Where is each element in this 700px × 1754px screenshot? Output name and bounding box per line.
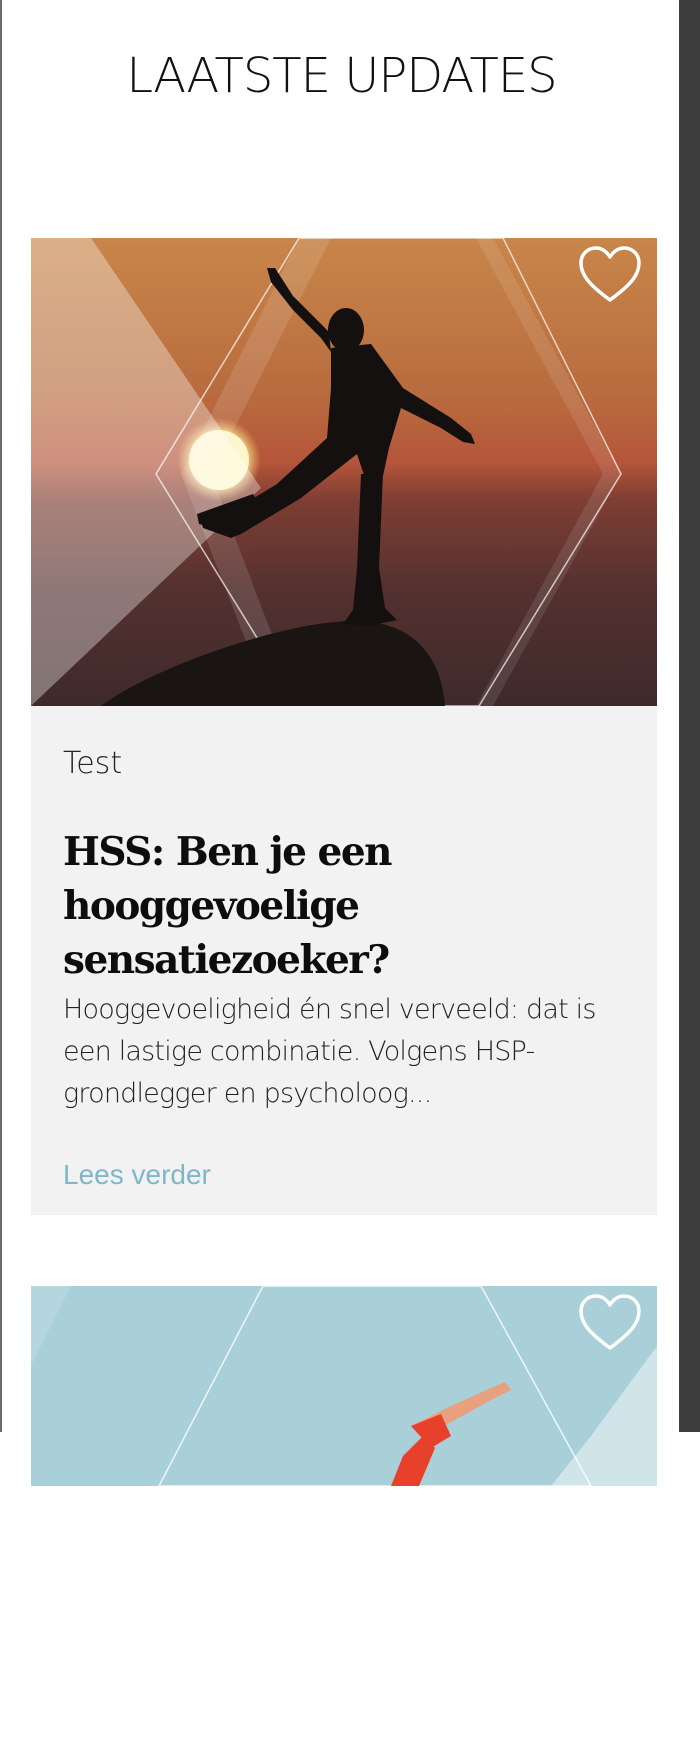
- article-image[interactable]: [31, 238, 657, 706]
- heart-outline-icon: [579, 246, 641, 302]
- article-image[interactable]: [31, 1286, 657, 1754]
- favorite-button[interactable]: [577, 1292, 643, 1354]
- article-card[interactable]: [31, 1286, 657, 1486]
- swimmer-diving-image: [31, 1286, 657, 1486]
- sunset-silhouette-image: [31, 238, 657, 706]
- section-title: LAATSTE UPDATES: [126, 48, 557, 104]
- heart-outline-icon: [579, 1294, 641, 1350]
- window-edge: [679, 0, 700, 1432]
- article-title[interactable]: HSS: Ben je een hooggevoelige sensatiezo…: [63, 825, 625, 987]
- article-body: Test HSS: Ben je een hooggevoelige sensa…: [31, 706, 657, 1191]
- article-category[interactable]: Test: [63, 706, 625, 784]
- read-more-link[interactable]: Lees verder: [63, 1159, 211, 1191]
- article-excerpt: Hooggevoeligheid én snel verveeld: dat i…: [63, 994, 596, 1109]
- favorite-button[interactable]: [577, 244, 643, 306]
- article-card[interactable]: Test HSS: Ben je een hooggevoelige sensa…: [31, 238, 657, 1215]
- page: LAATSTE UPDATES Test HSS: Ben je een hoo…: [0, 0, 679, 1486]
